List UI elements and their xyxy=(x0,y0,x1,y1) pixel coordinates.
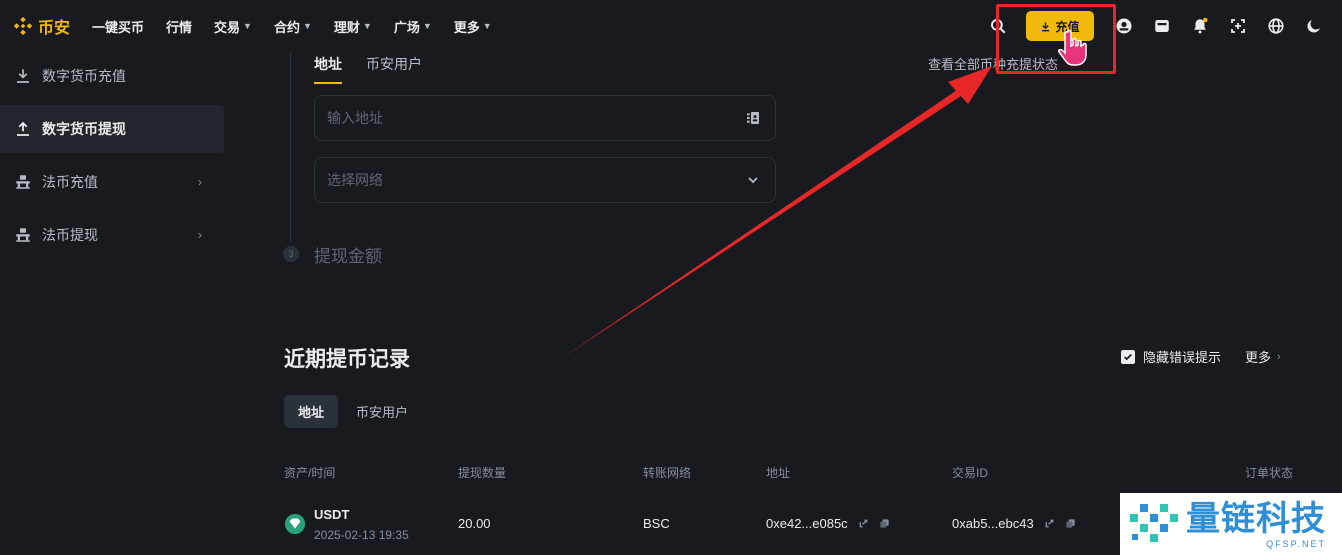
address-cell: 0xe42...e085c xyxy=(766,516,890,531)
sidebar-item-label: 数字货币提现 xyxy=(42,121,126,137)
column-header-txid: 交易ID xyxy=(952,466,989,480)
withdraw-amount-value: 20.00 xyxy=(458,516,491,531)
watermark-url: QFSP.NET xyxy=(1266,539,1326,549)
address-input[interactable]: 输入地址 xyxy=(314,95,776,141)
copy-icon[interactable] xyxy=(1065,518,1076,529)
nav-item-label: 更多 xyxy=(453,19,480,35)
view-all-coin-status-link[interactable]: 查看全部币种充提状态 xyxy=(928,54,1058,73)
network-select[interactable]: 选择网络 xyxy=(314,157,776,203)
user-icon[interactable] xyxy=(1114,16,1134,36)
sidebar-item-crypto-deposit[interactable]: 数字货币充值 xyxy=(0,52,224,100)
sidebar: 数字货币充值 数字货币提现 法币充值 › 法币提现 › xyxy=(0,52,224,264)
chevron-down-icon: ▼ xyxy=(243,21,252,31)
asset-time: 2025-02-13 19:35 xyxy=(314,528,409,542)
external-link-icon[interactable] xyxy=(858,518,869,529)
nav-item-more[interactable]: 更多 ▼ xyxy=(454,17,492,36)
address-input-placeholder: 输入地址 xyxy=(327,110,383,126)
top-navigation: 币安 一键买币 行情 交易 ▼ 合约 ▼ 理财 ▼ 广场 ▼ 更多 ▼ 充值 xyxy=(0,0,1342,52)
download-icon xyxy=(17,69,29,83)
step-number-badge: 3 xyxy=(283,246,299,262)
wallet-icon[interactable] xyxy=(1152,16,1172,36)
sidebar-item-label: 法币充值 xyxy=(42,174,98,190)
withdraw-amount-cell: 20.00 xyxy=(458,516,491,531)
nav-item-square[interactable]: 广场 ▼ xyxy=(394,17,432,36)
tab-records-address[interactable]: 地址 xyxy=(284,395,339,428)
network-select-placeholder: 选择网络 xyxy=(327,172,383,188)
column-header-address: 地址 xyxy=(766,466,791,480)
address-book-icon[interactable] xyxy=(745,110,761,126)
records-tabs: 地址 币安用户 xyxy=(284,395,426,428)
nav-item-earn[interactable]: 理财 ▼ xyxy=(334,17,372,36)
nav-item-trade[interactable]: 交易 ▼ xyxy=(214,17,252,36)
chevron-down-icon xyxy=(748,177,758,184)
nav-item-label: 理财 xyxy=(333,19,360,35)
bank-icon xyxy=(16,175,30,189)
hand-cursor-icon xyxy=(1058,29,1087,66)
withdraw-amount-step-label: 提现金额 xyxy=(314,247,382,266)
chevron-down-icon: ▼ xyxy=(362,21,372,31)
external-link-icon[interactable] xyxy=(1044,518,1055,529)
upload-icon xyxy=(17,121,29,136)
nav-item-label: 一键买币 xyxy=(92,19,145,35)
more-records-link[interactable]: 更多 › xyxy=(1245,347,1281,366)
watermark-logo-icon xyxy=(1130,504,1178,542)
search-icon[interactable] xyxy=(988,16,1008,36)
column-header-network: 转账网络 xyxy=(643,466,692,480)
nav-item-buy-crypto[interactable]: 一键买币 xyxy=(92,17,144,36)
network-cell: BSC xyxy=(643,516,670,531)
chevron-right-icon: › xyxy=(198,175,202,189)
hide-errors-label: 隐藏错误提示 xyxy=(1143,350,1222,365)
brand-name: 币安 xyxy=(38,20,71,37)
sidebar-item-label: 法币提现 xyxy=(42,227,98,243)
nav-item-label: 广场 xyxy=(393,19,420,35)
nav-item-markets[interactable]: 行情 xyxy=(166,17,192,36)
hide-errors-checkbox[interactable] xyxy=(1121,349,1135,364)
sidebar-item-fiat-withdraw[interactable]: 法币提现 › xyxy=(0,211,224,259)
bank-icon xyxy=(16,228,30,242)
sidebar-item-label: 数字货币充值 xyxy=(42,68,126,84)
globe-icon[interactable] xyxy=(1266,16,1286,36)
brand-logo[interactable]: 币安 xyxy=(12,14,92,38)
tab-address[interactable]: 地址 xyxy=(314,52,342,84)
sidebar-item-crypto-withdraw[interactable]: 数字货币提现 xyxy=(0,105,224,153)
more-records-label: 更多 xyxy=(1245,350,1272,365)
chevron-right-icon: › xyxy=(198,228,202,242)
notification-bell-icon[interactable] xyxy=(1190,16,1210,36)
dark-mode-icon[interactable] xyxy=(1304,16,1324,36)
nav-right-group: 充值 xyxy=(988,0,1342,52)
watermark: 量链科技 QFSP.NET xyxy=(1120,493,1342,555)
txid-value: 0xab5...ebc43 xyxy=(952,516,1034,531)
network-value: BSC xyxy=(643,516,670,531)
chevron-down-icon: ▼ xyxy=(482,21,492,31)
sidebar-item-fiat-deposit[interactable]: 法币充值 › xyxy=(0,158,224,206)
step-connector-line xyxy=(290,52,291,242)
address-value: 0xe42...e085c xyxy=(766,516,848,531)
chevron-down-icon: ▼ xyxy=(302,21,312,31)
tab-records-binance-user[interactable]: 币安用户 xyxy=(342,395,422,428)
column-header-asset-time: 资产/时间 xyxy=(284,466,336,480)
column-header-amount: 提现数量 xyxy=(458,466,507,480)
download-app-icon[interactable] xyxy=(1228,16,1248,36)
usdt-coin-icon xyxy=(284,513,306,535)
watermark-brand: 量链科技 xyxy=(1186,500,1326,538)
binance-logo-icon xyxy=(13,16,33,36)
chevron-down-icon: ▼ xyxy=(422,21,432,31)
nav-item-label: 合约 xyxy=(273,19,300,35)
tab-binance-user[interactable]: 币安用户 xyxy=(366,52,422,80)
txid-cell: 0xab5...ebc43 xyxy=(952,516,1076,531)
nav-item-label: 行情 xyxy=(166,19,193,35)
recent-withdrawals-title: 近期提币记录 xyxy=(284,348,410,371)
chevron-right-icon: › xyxy=(1277,350,1281,363)
download-icon xyxy=(1042,21,1050,31)
nav-menu: 一键买币 行情 交易 ▼ 合约 ▼ 理财 ▼ 广场 ▼ 更多 ▼ xyxy=(92,17,514,36)
column-header-status: 订单状态 xyxy=(1245,466,1294,480)
checkmark-icon xyxy=(1124,353,1132,360)
asset-name: USDT xyxy=(314,507,350,522)
nav-item-futures[interactable]: 合约 ▼ xyxy=(274,17,312,36)
nav-item-label: 交易 xyxy=(214,19,241,35)
copy-icon[interactable] xyxy=(879,518,890,529)
hide-errors-toggle[interactable]: 隐藏错误提示 xyxy=(1121,347,1221,366)
recipient-type-tabs: 地址 币安用户 xyxy=(314,52,446,84)
